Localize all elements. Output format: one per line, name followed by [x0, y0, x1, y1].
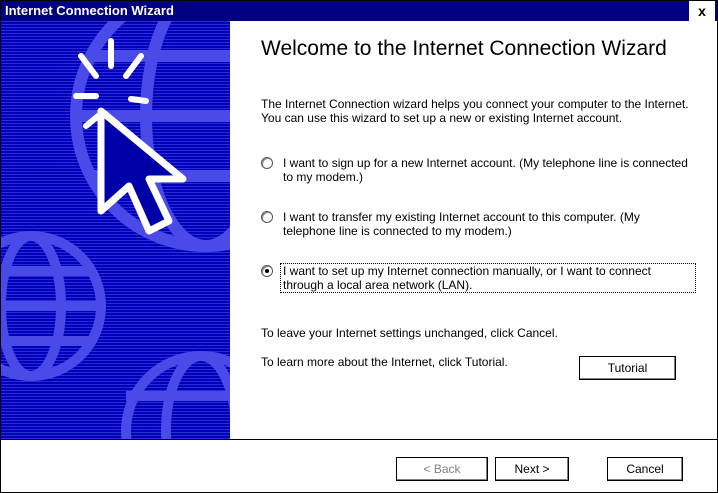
signup-radio[interactable]: [261, 157, 273, 169]
close-button[interactable]: x: [689, 1, 715, 21]
option-label: I want to sign up for a new Internet acc…: [283, 156, 688, 184]
wizard-content: Welcome to the Internet Connection Wizar…: [230, 21, 717, 439]
cancel-button[interactable]: Cancel: [607, 457, 683, 481]
next-button[interactable]: Next >: [495, 457, 569, 481]
window-title: Internet Connection Wizard: [5, 3, 174, 18]
close-icon: x: [698, 3, 706, 19]
wizard-window: Internet Connection Wizard x Welcome to …: [0, 0, 718, 493]
manual-radio[interactable]: [261, 265, 273, 277]
option-label: I want to transfer my existing Internet …: [283, 210, 640, 238]
intro-text: The Internet Connection wizard helps you…: [261, 97, 689, 125]
page-title: Welcome to the Internet Connection Wizar…: [261, 37, 667, 60]
footer-divider: [1, 439, 717, 440]
back-button[interactable]: < Back: [396, 457, 488, 481]
globe-cursor-illustration: [1, 21, 230, 439]
option-label: I want to set up my Internet connection …: [280, 263, 696, 293]
cancel-note: To leave your Internet settings unchange…: [261, 326, 558, 340]
tutorial-button[interactable]: Tutorial: [579, 356, 676, 380]
tutorial-note: To learn more about the Internet, click …: [261, 355, 508, 369]
wizard-art-panel: [1, 21, 230, 439]
title-bar: Internet Connection Wizard x: [1, 1, 717, 21]
transfer-radio[interactable]: [261, 211, 273, 223]
